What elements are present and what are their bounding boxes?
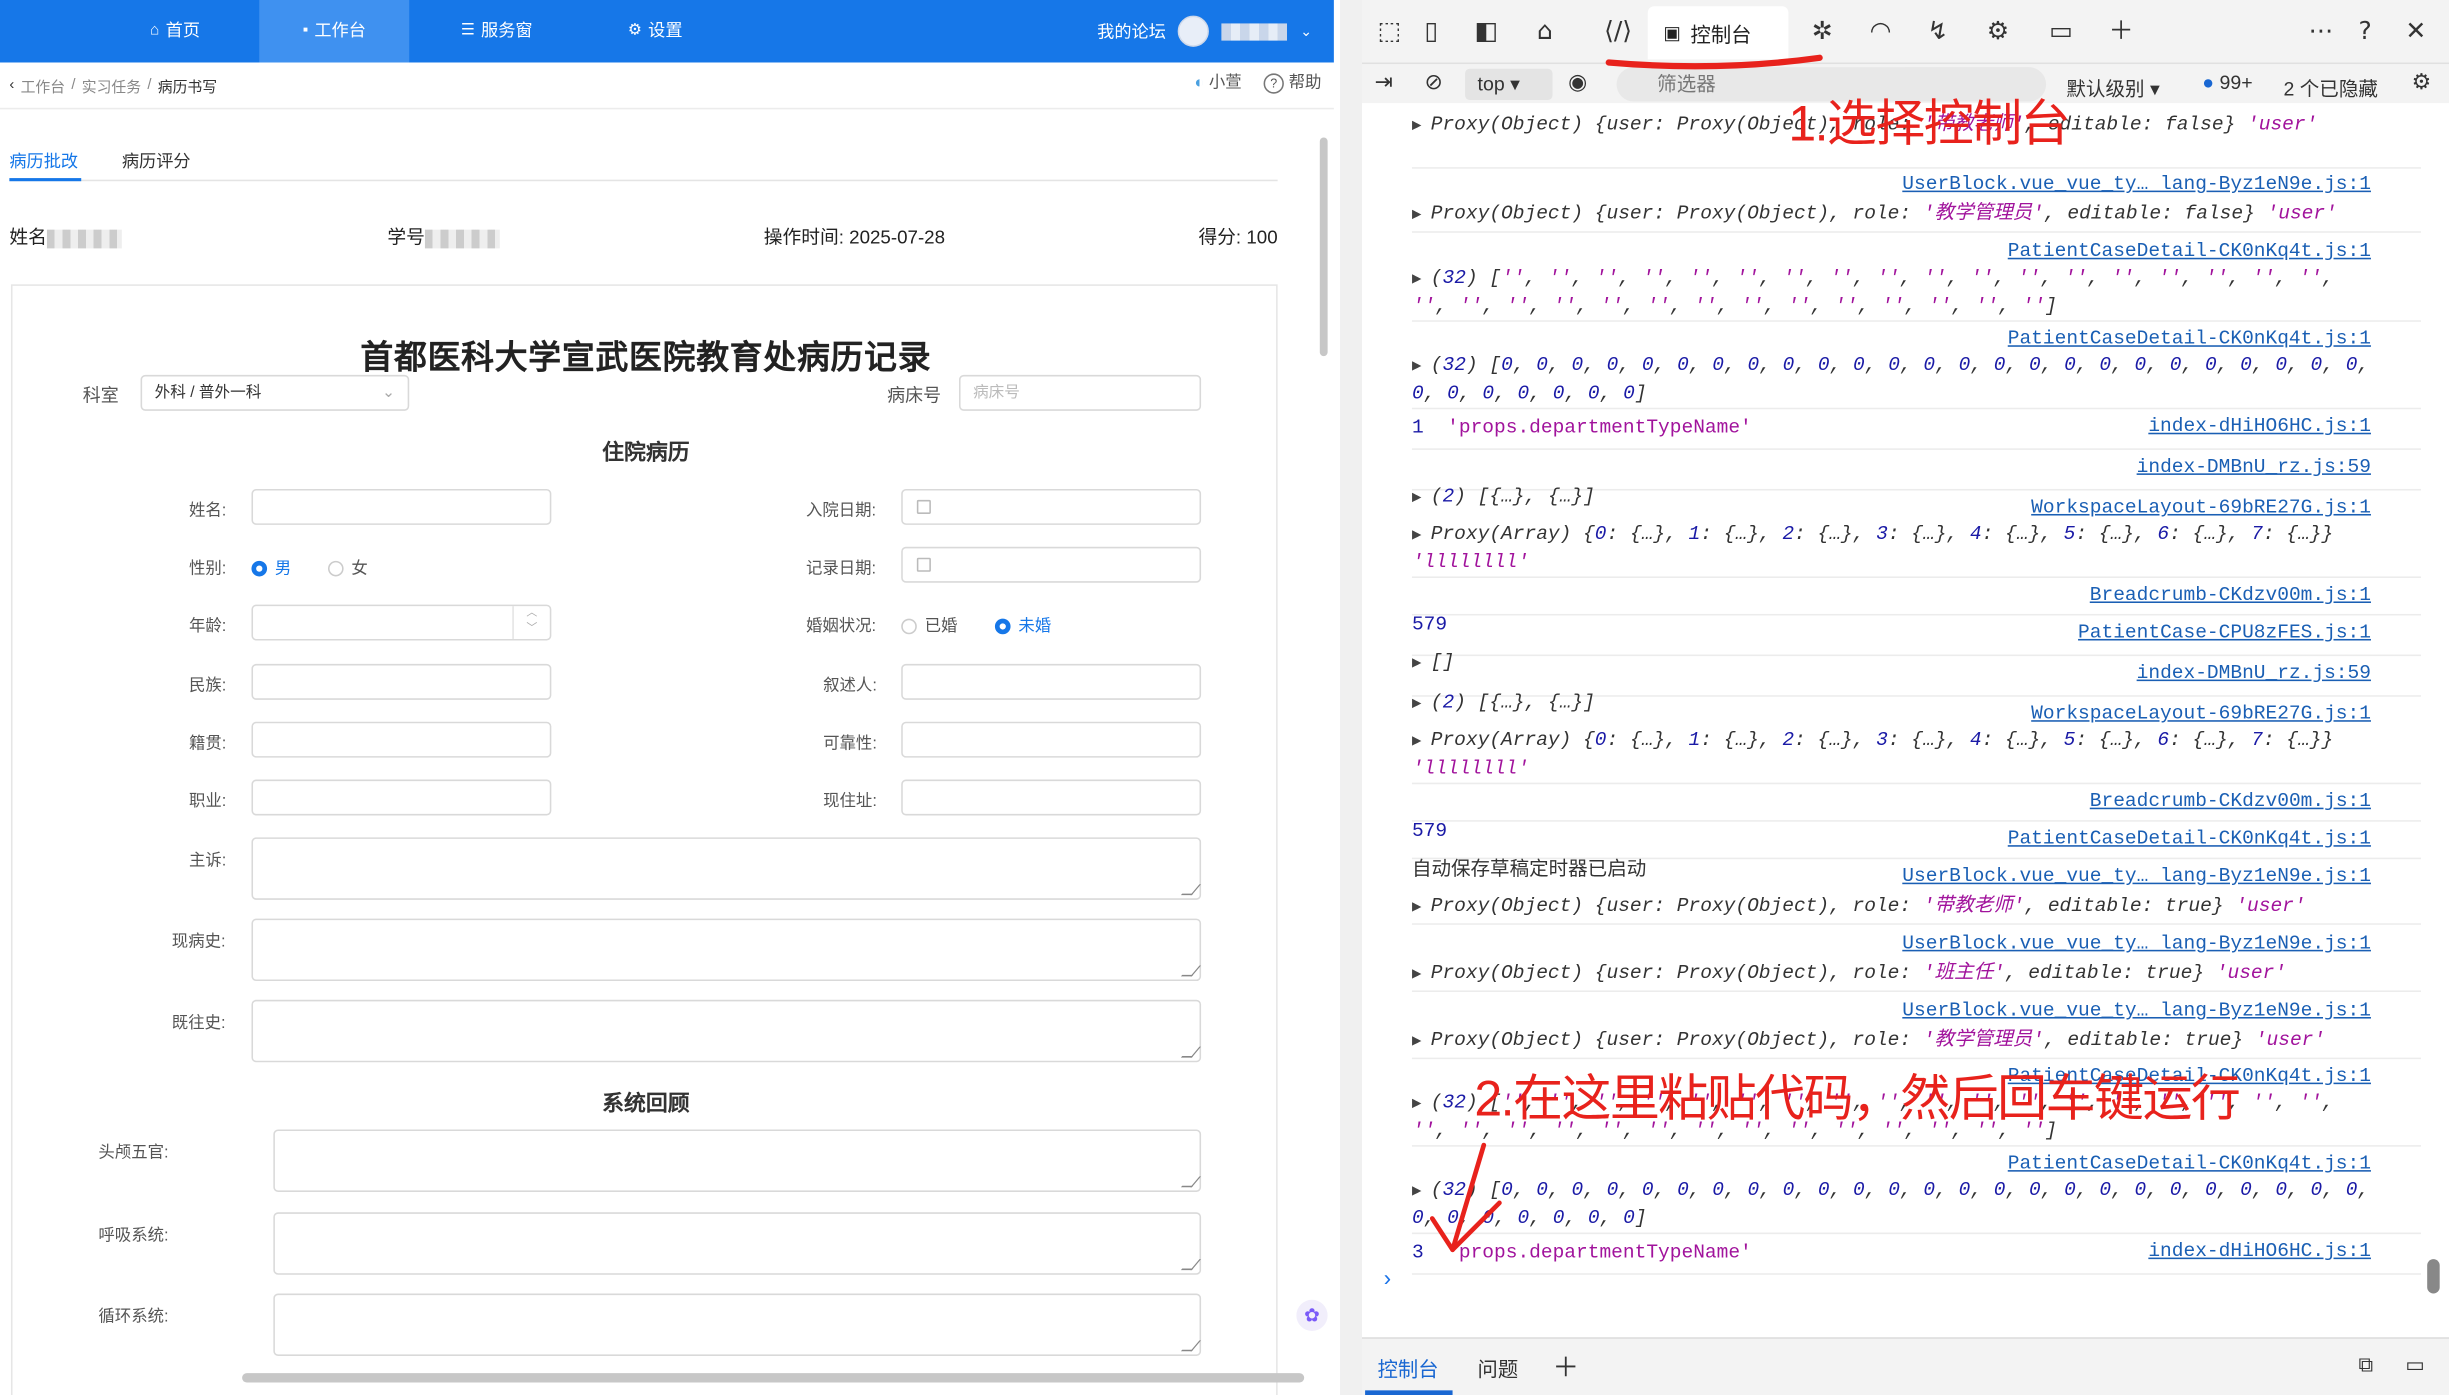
annotation-layer xyxy=(1429,54,1823,1253)
screen: ⌂ 首页 ▪ 工作台 ☰ 服务窗 ⚙ 设置 我的论坛 ⌄ ‹ 工作台 / 实习任务 / … xyxy=(0,0,2449,1395)
annotation-step2: 2.在这里粘贴代码，然后回车键运行 xyxy=(1474,1070,2240,1127)
underline-mark xyxy=(1605,54,1823,70)
annotation-step1: 1.选择控制台 xyxy=(1788,95,2070,152)
